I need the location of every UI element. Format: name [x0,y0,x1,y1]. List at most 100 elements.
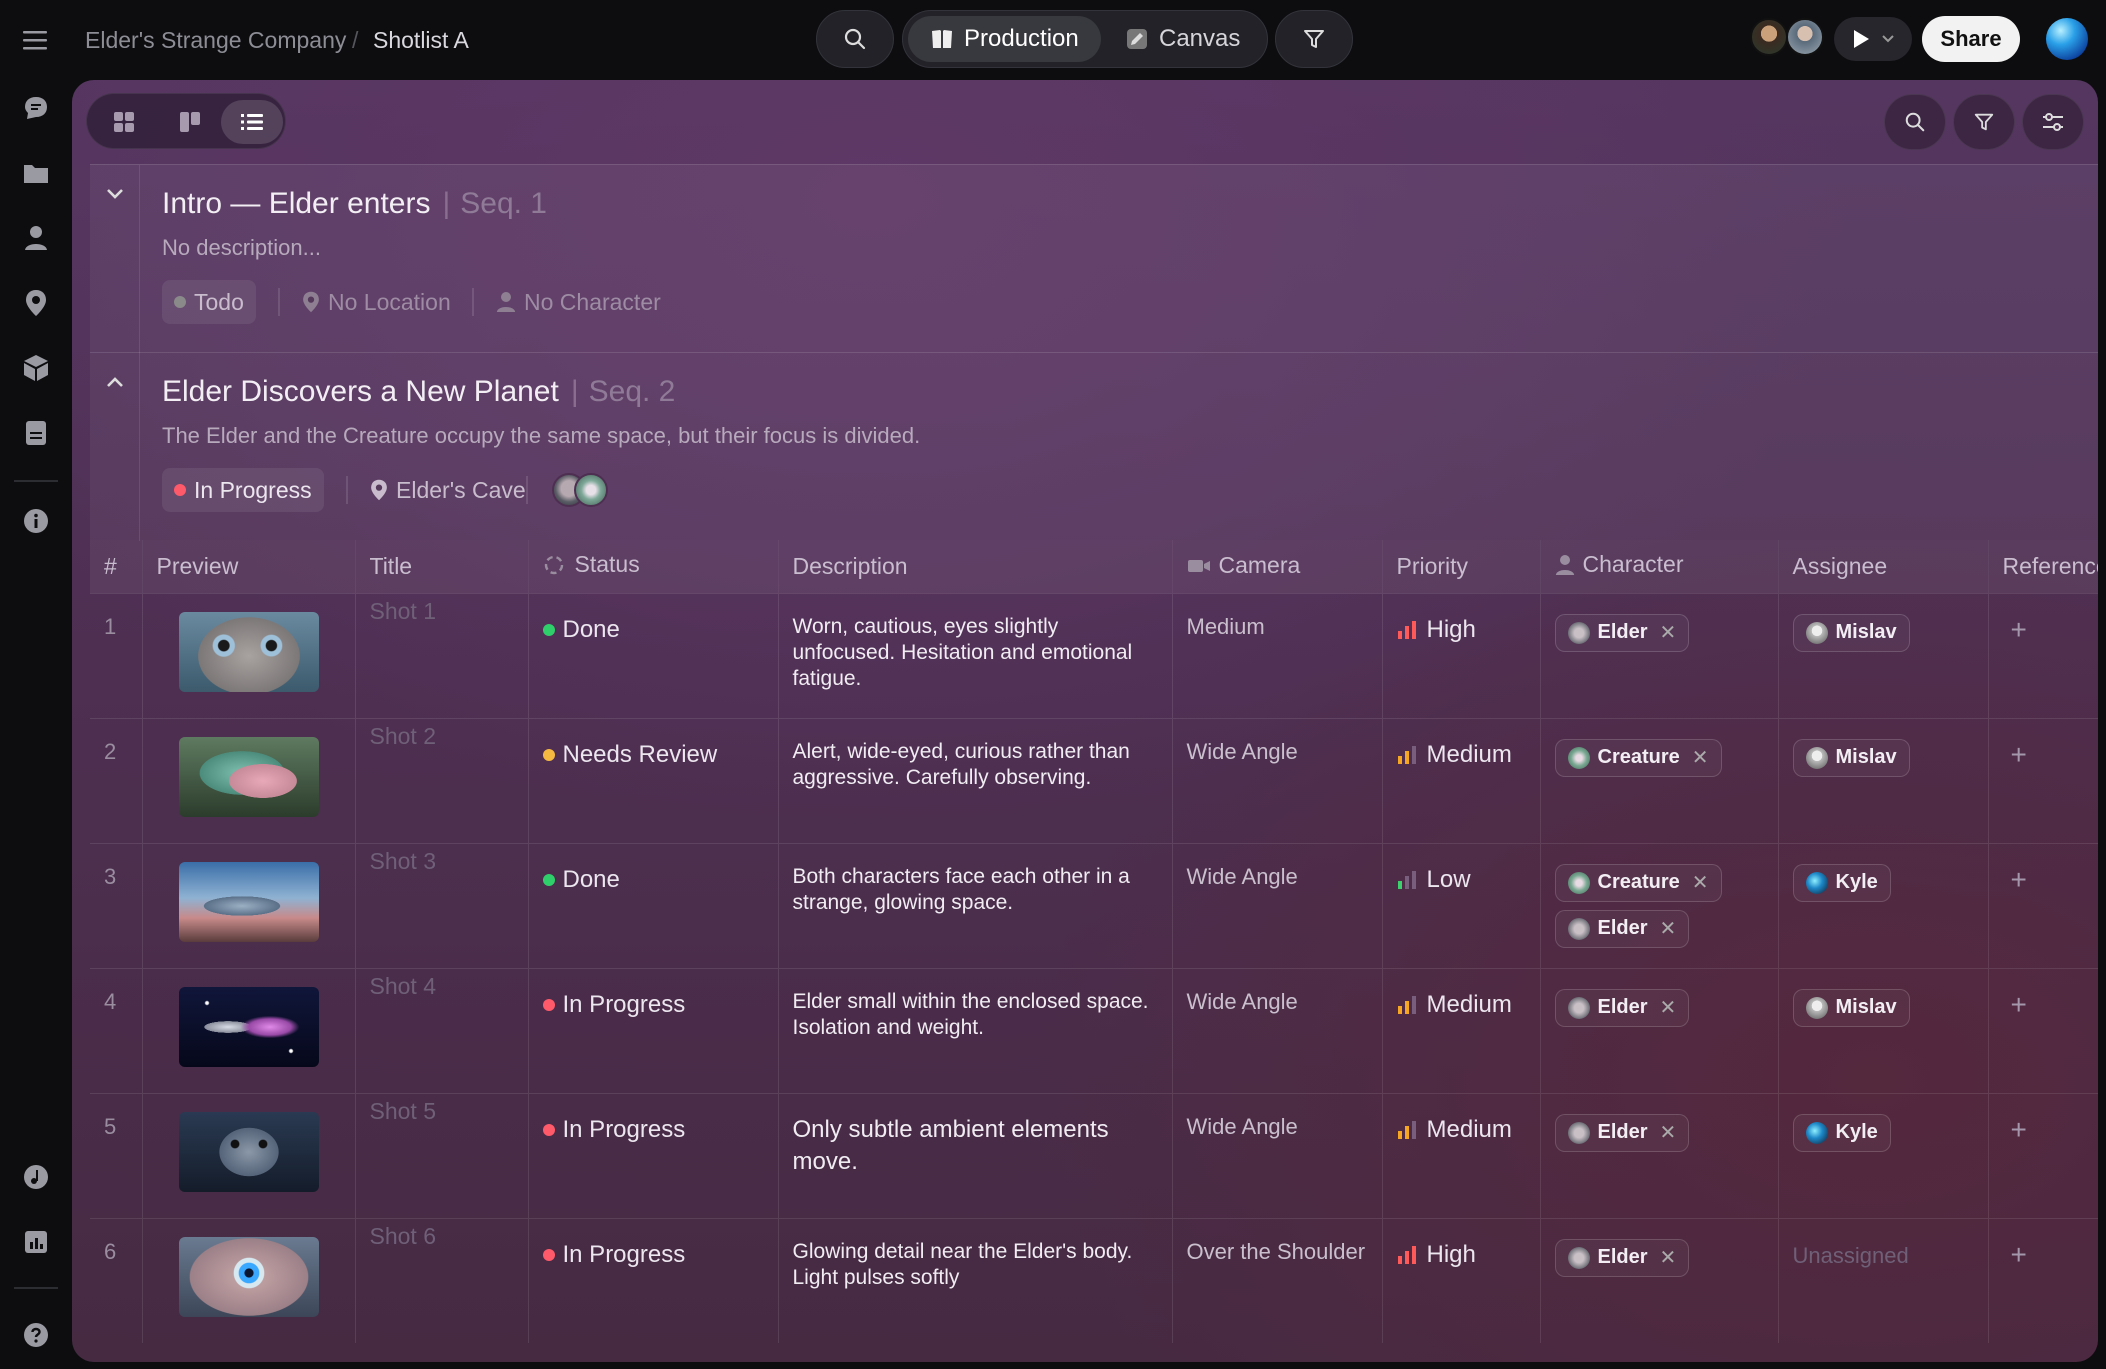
col-header-camera[interactable]: Camera [1172,540,1383,593]
camera-value[interactable]: Wide Angle [1172,967,1383,1093]
add-reference-icon[interactable]: + [2003,614,2099,646]
character-avatar-creature[interactable] [574,473,608,507]
remove-character-icon[interactable]: ✕ [1660,1245,1677,1270]
add-reference-icon[interactable]: + [2003,864,2099,896]
assignee-tag[interactable]: Mislav [1792,613,1910,652]
remove-character-icon[interactable]: ✕ [1660,1120,1677,1145]
group-title[interactable]: Elder Discovers a New Planet | Seq. 2 [162,375,675,409]
tab-canvas[interactable]: Canvas [1103,16,1262,62]
tab-production[interactable]: Production [908,16,1101,62]
add-reference-icon[interactable]: + [2003,739,2099,771]
character-tag[interactable]: Creature ✕ [1554,738,1722,777]
remove-character-icon[interactable]: ✕ [1692,870,1709,895]
table-row[interactable]: 4 Shot 4 In Progress Elder small within … [90,967,2099,1093]
camera-value[interactable]: Wide Angle [1172,1092,1383,1218]
cube-icon[interactable] [18,350,54,386]
expand-group-button[interactable] [90,165,140,353]
shot-thumbnail[interactable] [178,1111,319,1192]
shot-description[interactable]: Only subtle ambient elements move. [778,1092,1173,1218]
group-location-chip[interactable]: No Location [290,280,463,324]
shot-title[interactable]: Shot 3 [355,842,529,968]
assignee-cell[interactable]: Mislav [1778,967,1989,1093]
camera-value[interactable]: Wide Angle [1172,717,1383,843]
shot-title[interactable]: Shot 2 [355,717,529,843]
play-button[interactable] [1834,17,1912,61]
add-reference-icon[interactable]: + [2003,1114,2099,1146]
status-cell[interactable]: Done [528,842,779,968]
collaborator-avatar-2[interactable] [1786,18,1824,56]
shot-thumbnail[interactable] [178,1236,319,1317]
assignee-cell[interactable]: Kyle [1778,842,1989,968]
shot-title[interactable]: Shot 1 [355,592,529,718]
character-tag[interactable]: Elder ✕ [1554,909,1690,948]
col-header-number[interactable]: # [90,540,143,593]
group-description[interactable]: The Elder and the Creature occupy the sa… [162,423,920,449]
global-filter-button[interactable] [1275,10,1353,68]
assignee-tag[interactable]: Kyle [1792,863,1891,902]
folder-icon[interactable] [18,155,54,191]
shot-description[interactable]: Glowing detail near the Elder's body. Li… [778,1217,1173,1343]
col-header-assignee[interactable]: Assignee [1778,540,1989,593]
group-description[interactable]: No description... [162,235,321,261]
shot-thumbnail[interactable] [178,736,319,817]
assignee-cell[interactable]: Mislav [1778,717,1989,843]
music-icon[interactable] [18,1159,54,1195]
col-header-status[interactable]: Status [528,540,779,593]
status-cell[interactable]: In Progress [528,967,779,1093]
status-cell[interactable]: In Progress [528,1092,779,1218]
share-button[interactable]: Share [1922,16,2020,62]
user-avatar[interactable] [2046,18,2088,60]
character-tag[interactable]: Elder ✕ [1554,1113,1690,1152]
col-header-priority[interactable]: Priority [1382,540,1541,593]
shot-description[interactable]: Worn, cautious, eyes slightly unfocused.… [778,592,1173,718]
assignee-cell[interactable]: Mislav [1778,592,1989,718]
character-tag[interactable]: Creature ✕ [1554,863,1722,902]
col-header-character[interactable]: Character [1540,540,1779,593]
table-row[interactable]: 1 Shot 1 Done Worn, cautious, eyes sligh… [90,592,2099,718]
group-title[interactable]: Intro — Elder enters | Seq. 1 [162,187,547,221]
table-row[interactable]: 5 Shot 5 In Progress Only subtle ambient… [90,1092,2099,1218]
shot-thumbnail[interactable] [178,861,319,942]
table-row[interactable]: 6 Shot 6 In Progress Glowing detail near… [90,1217,2098,1343]
priority-cell[interactable]: Medium [1382,1092,1541,1218]
grid-view-button[interactable] [93,100,155,144]
assignee-cell[interactable]: Kyle [1778,1092,1989,1218]
remove-character-icon[interactable]: ✕ [1660,916,1677,941]
remove-character-icon[interactable]: ✕ [1660,995,1677,1020]
col-header-reference[interactable]: Reference [1988,540,2098,593]
help-icon[interactable] [18,1317,54,1353]
assignee-cell[interactable]: Unassigned [1778,1217,1989,1343]
shot-description[interactable]: Elder small within the enclosed space. I… [778,967,1173,1093]
shot-thumbnail[interactable] [178,986,319,1067]
priority-cell[interactable]: High [1382,592,1541,718]
priority-cell[interactable]: High [1382,1217,1541,1343]
assignee-tag[interactable]: Kyle [1792,1113,1891,1152]
list-view-button[interactable] [221,100,283,144]
remove-character-icon[interactable]: ✕ [1660,620,1677,645]
priority-cell[interactable]: Medium [1382,967,1541,1093]
status-cell[interactable]: Done [528,592,779,718]
shot-description[interactable]: Both characters face each other in a str… [778,842,1173,968]
person-icon[interactable] [18,220,54,256]
priority-cell[interactable]: Medium [1382,717,1541,843]
status-cell[interactable]: Needs Review [528,717,779,843]
camera-value[interactable]: Over the Shoulder [1172,1217,1383,1343]
shot-title[interactable]: Shot 6 [355,1217,529,1343]
camera-value[interactable]: Wide Angle [1172,842,1383,968]
shot-title[interactable]: Shot 4 [355,967,529,1093]
group-character-chip[interactable]: No Character [484,280,673,324]
col-header-title[interactable]: Title [355,540,529,593]
global-search-button[interactable] [816,10,894,68]
document-icon[interactable] [18,415,54,451]
group-location-chip[interactable]: Elder's Cave [358,468,538,512]
add-reference-icon[interactable]: + [2003,989,2099,1021]
table-filter-button[interactable] [1953,94,2015,150]
shot-thumbnail[interactable] [178,611,319,692]
table-row[interactable]: 3 Shot 3 Done Both characters face each … [90,842,2099,968]
chat-icon[interactable] [18,90,54,126]
table-search-button[interactable] [1884,94,1946,150]
location-pin-icon[interactable] [18,285,54,321]
shot-title[interactable]: Shot 5 [355,1092,529,1218]
breadcrumb-company[interactable]: Elder's Strange Company [85,27,346,54]
collaborator-avatar-1[interactable] [1750,18,1788,56]
